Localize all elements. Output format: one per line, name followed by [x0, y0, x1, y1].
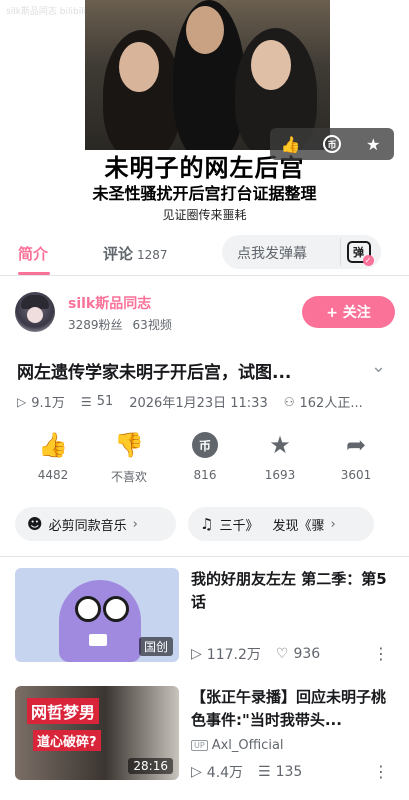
tab-comments-label: 评论 — [103, 245, 134, 263]
recommended-stats: ▷ 4.4万 ☰ 135 — [191, 762, 302, 782]
thumbs-up-icon[interactable]: 👍 — [280, 133, 302, 155]
tag-row: ☻ 必剪同款音乐 › ♫ 三千》 发现《骤 › — [15, 507, 409, 541]
tab-intro[interactable]: 简介 — [18, 243, 48, 264]
video-caption: 见证圈传来噩耗 — [162, 208, 247, 222]
dislike-label: 不喜欢 — [110, 470, 147, 484]
uploader-stats: 3289粉丝 63视频 — [68, 316, 182, 333]
song-tag-song: 三千》 — [219, 518, 259, 534]
check-icon: ✓ — [362, 255, 374, 266]
divider — [0, 556, 409, 557]
thumbs-down-icon: 👎 — [114, 431, 144, 459]
thumbnail-text: 道心破碎? — [33, 730, 101, 751]
coin-icon[interactable]: 币 — [321, 133, 343, 155]
chevron-right-icon: › — [132, 516, 138, 532]
publish-date: 2026年1月23日 11:33 — [129, 396, 268, 411]
favorite-count: 1693 — [264, 468, 296, 482]
share-icon: ➦ — [345, 431, 367, 459]
watching-count: 162人正... — [299, 396, 363, 411]
chevron-right-icon: › — [330, 516, 336, 532]
music-note-icon: ♫ — [200, 515, 214, 533]
uploader-name[interactable]: silk斯品同志 — [68, 293, 151, 313]
recommended-uploader-name: Axl_Official — [211, 738, 284, 753]
video-title: 网左遗传学家未明子开后宫，试图... — [17, 363, 292, 383]
video-thumbnail[interactable]: 网哲梦男 道心破碎? 28:16 — [15, 686, 179, 780]
recommended-uploader[interactable]: UP Axl_Official — [191, 738, 284, 753]
thumbnail-badge: 国创 — [138, 637, 173, 656]
music-tag-label: 必剪同款音乐 — [48, 518, 127, 534]
recommended-stats: ▷ 117.2万 ♡ 936 — [191, 644, 320, 664]
chevron-down-icon[interactable]: ⌄ — [371, 356, 386, 377]
player-quick-actions: 👍 币 ★ — [270, 128, 394, 160]
star-icon: ★ — [269, 431, 291, 459]
recommended-views: 4.4万 — [206, 765, 244, 781]
robot-icon: ☻ — [27, 515, 43, 533]
follow-button[interactable]: + 关注 — [302, 296, 395, 328]
tab-comments[interactable]: 评论 1287 — [103, 243, 168, 264]
tab-comments-count: 1287 — [137, 248, 168, 262]
recommended-title[interactable]: 【张正午录播】回应未明子桃色事件:"当时我带头... — [191, 686, 395, 732]
danmaku-icon: 弹 ✓ — [346, 241, 374, 266]
uploader-videos: 63视频 — [132, 318, 172, 332]
coin-count: 816 — [193, 468, 217, 482]
more-options-icon[interactable]: ⋮ — [373, 762, 389, 781]
coin-button[interactable]: 币 816 — [170, 430, 240, 482]
danmaku-count-icon: ☰ — [258, 764, 271, 780]
share-count: 3601 — [340, 468, 372, 482]
like-count: 4482 — [37, 468, 69, 482]
play-count-icon: ▷ — [191, 764, 202, 780]
video-duration: 28:16 — [128, 758, 173, 774]
video-meta: ▷ 9.1万 ☰ 51 2026年1月23日 11:33 ⚇ 162人正... — [17, 392, 397, 411]
video-overlay-subtitle: 未圣性骚扰开后宫打台证据整理 — [92, 184, 317, 203]
recommended-likes: 936 — [293, 646, 321, 662]
thumbnail-text: 网哲梦男 — [27, 698, 100, 724]
favorite-button[interactable]: ★ 1693 — [245, 430, 315, 482]
play-count-icon: ▷ — [191, 646, 202, 662]
recommended-video[interactable]: 网哲梦男 道心破碎? 28:16 【张正午录播】回应未明子桃色事件:"当时我带头… — [15, 686, 395, 782]
coin-icon: 币 — [192, 432, 218, 458]
tab-active-indicator — [18, 272, 50, 275]
watching-icon: ⚇ — [283, 394, 295, 409]
danmaku-toggle-button[interactable]: 弹 ✓ — [340, 238, 376, 266]
heart-icon: ♡ — [275, 646, 289, 662]
recommended-title[interactable]: 我的好朋友左左 第二季：第5话 — [191, 568, 395, 614]
more-options-icon[interactable]: ⋮ — [373, 644, 389, 663]
uploader-fans: 3289粉丝 — [68, 318, 123, 332]
recommended-views: 117.2万 — [206, 647, 261, 663]
up-badge: UP — [191, 740, 208, 751]
danmaku-count: 51 — [96, 394, 114, 409]
action-bar: 👍 4482 👎 不喜欢 币 816 ★ 1693 ➦ 3601 — [0, 430, 409, 490]
recommended-danmaku: 135 — [275, 764, 303, 780]
recommended-video[interactable]: 国创 我的好朋友左左 第二季：第5话 ▷ 117.2万 ♡ 936 ⋮ — [15, 568, 395, 664]
song-tag-discover: 发现《骤 — [272, 518, 325, 534]
like-button[interactable]: 👍 4482 — [18, 430, 88, 482]
view-count: 9.1万 — [31, 396, 65, 411]
danmaku-input[interactable]: 点我发弹幕 弹 ✓ — [222, 235, 381, 269]
thumbs-up-icon: 👍 — [38, 431, 68, 459]
uploader-row: silk斯品同志 3289粉丝 63视频 + 关注 — [15, 292, 395, 336]
music-tag[interactable]: ☻ 必剪同款音乐 › — [15, 507, 176, 541]
video-player[interactable]: silk斯品同志 bilibili 未明子的网左后宫 未圣性骚扰开后宫打台证据整… — [0, 0, 409, 228]
dislike-button[interactable]: 👎 不喜欢 — [94, 430, 164, 485]
video-thumbnail[interactable]: 国创 — [15, 568, 179, 662]
danmaku-count-icon: ☰ — [80, 394, 92, 409]
play-count-icon: ▷ — [17, 394, 27, 409]
avatar[interactable] — [15, 292, 55, 332]
danmaku-placeholder: 点我发弹幕 — [237, 246, 307, 262]
video-watermark: silk斯品同志 bilibili — [6, 7, 87, 17]
star-icon[interactable]: ★ — [362, 133, 384, 155]
song-tag[interactable]: ♫ 三千》 发现《骤 › — [188, 507, 374, 541]
share-button[interactable]: ➦ 3601 — [321, 430, 391, 482]
